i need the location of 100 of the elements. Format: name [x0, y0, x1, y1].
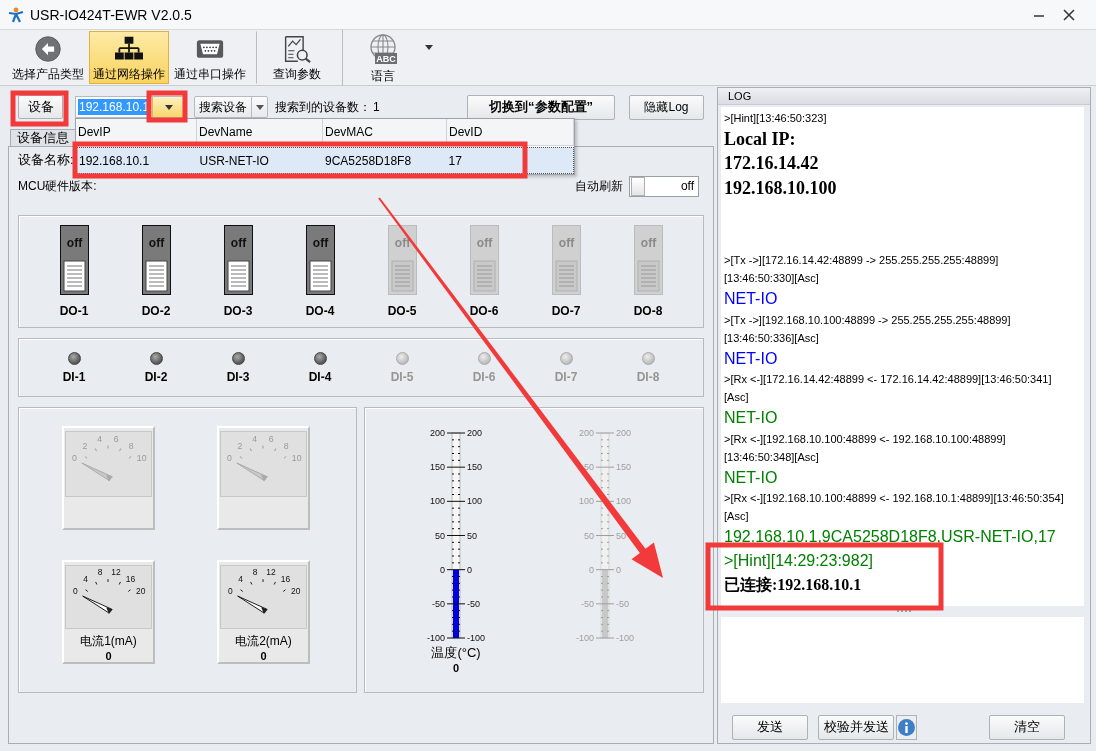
log-line: Local IP:: [724, 127, 797, 151]
scale-label: 50: [584, 530, 594, 541]
device-button[interactable]: 设备: [18, 95, 63, 119]
toolbar-button[interactable]: 选择产品类型: [8, 31, 88, 84]
search-device-button[interactable]: 搜索设备: [194, 96, 268, 118]
switch-state-label: off: [312, 236, 328, 250]
meter-scale-label: 6: [113, 433, 119, 444]
device-row[interactable]: 192.168.10.1 USR-NET-IO 9CA5258D18F8 17: [76, 147, 574, 174]
scale-label: 150: [429, 462, 445, 473]
meter-scale-label: 4: [252, 433, 258, 444]
toggle-switch[interactable]: off: [141, 225, 171, 295]
scale-label: 200: [616, 428, 632, 438]
meter-needle: [236, 462, 268, 482]
log-line: >[Rx <-][192.168.10.100:48899 <- 192.168.10.100:48899]: [724, 431, 1007, 447]
meter-scale-label: 2: [82, 440, 88, 451]
device-count: 1: [373, 100, 380, 114]
scale-label: 200: [578, 428, 594, 438]
log-button[interactable]: 发送: [732, 714, 808, 740]
device-info-tab[interactable]: 设备信息: [10, 129, 76, 146]
toolbar-button[interactable]: 查询参数: [256, 31, 336, 84]
scale-label: -50: [581, 598, 594, 609]
output-label: DO-3: [223, 304, 253, 318]
toolbar-button[interactable]: 通过网络操作: [89, 31, 169, 84]
table-cell-text: 192.168.10.1: [78, 152, 151, 170]
meter-label: 电流1(mA): [80, 633, 137, 650]
meter-scale-label: 0: [73, 586, 78, 597]
log-line: >[Tx ->][172.16.14.42:48899 -> 255.255.255.255:48899]: [724, 253, 1000, 269]
scale-label: 150: [616, 462, 632, 473]
log-line: NET-IO: [724, 467, 779, 488]
switch-state-label: off: [394, 236, 410, 250]
annotation-box: [10, 90, 69, 127]
log-line: 192.168.10.1,9CA5258D18F8,USR-NET-IO,17: [724, 527, 1057, 548]
log-line: >[Hint][13:46:50:323]: [724, 110, 828, 126]
scale-label: -100: [427, 633, 445, 643]
window-title: USR-IO424T-EWR V2.0.5: [30, 6, 193, 23]
dropdown-arrow-icon[interactable]: [255, 104, 264, 110]
field-label: MCU硬件版本:: [18, 177, 97, 195]
meter-scale-label: 6: [268, 433, 274, 444]
log-line: [Asc]: [724, 390, 750, 406]
table-cell-text: USR-NET-IO: [198, 152, 270, 170]
dropdown-arrow-icon[interactable]: [164, 104, 173, 110]
scale-label: -100: [576, 633, 594, 643]
column-header: DevName: [197, 119, 323, 145]
input-label: DI-1: [62, 369, 86, 384]
meter-scale-label: 4: [238, 574, 243, 585]
toggle-switch[interactable]: off: [59, 225, 89, 295]
log-line: >[Rx <-][172.16.14.42:48899 <- 172.16.14.42:48899][13:46:50:341]: [724, 372, 1053, 388]
thermometer-label: 温度(°C): [431, 644, 481, 662]
thermometer-value: 0: [452, 662, 460, 674]
info-button[interactable]: [896, 714, 917, 740]
caret-icon[interactable]: [425, 45, 433, 50]
log-line: >[Tx ->][192.168.10.100:48899 -> 255.255.255.255:48899]: [724, 312, 1012, 328]
meter-scale-label: 16: [125, 574, 136, 585]
info-icon: [898, 718, 915, 736]
meter-scale-label: 12: [111, 567, 121, 578]
switch-state-label: off: [230, 236, 246, 250]
output-label: DO-6: [469, 304, 499, 318]
scale-label: 200: [429, 428, 445, 438]
output-label: DO-7: [551, 304, 581, 318]
log-line: >[Hint][14:29:23:982]: [724, 550, 874, 571]
hide-log-button[interactable]: 隐藏Log: [629, 94, 704, 120]
meter-scale-label: 20: [291, 586, 301, 597]
log-line: 172.16.14.42: [724, 152, 820, 176]
log-line: [Asc]: [724, 509, 750, 525]
log-line: >[Rx <-][192.168.10.100:48899 <- 192.168.10.1:48899][13:46:50:354]: [724, 491, 1065, 507]
input-label: DI-8: [636, 369, 660, 384]
log-line: [13:46:50:348][Asc]: [724, 449, 820, 465]
resize-grip-icon[interactable]: [896, 609, 912, 613]
output-label: DO-1: [59, 304, 89, 318]
scale-label: 100: [429, 496, 445, 507]
meter-scale-label: 16: [280, 574, 291, 585]
meter-value: 0: [260, 650, 267, 662]
scale-label: -50: [616, 598, 629, 609]
scale-label: 100: [467, 496, 483, 507]
table-cell-text: 17: [447, 152, 463, 170]
log-line: NET-IO: [724, 348, 779, 369]
column-header: DevID: [447, 119, 574, 145]
log-button[interactable]: 清空: [989, 714, 1065, 740]
log-button[interactable]: 校验并发送: [818, 714, 894, 740]
scale-label: 50: [584, 462, 594, 473]
toolbar-button[interactable]: 通过串口操作: [170, 31, 250, 84]
log-line: [13:46:50:336][Asc]: [724, 330, 820, 346]
log-line: 已连接:192.168.10.1: [724, 575, 863, 596]
meter-scale-label: 8: [283, 440, 289, 451]
close-icon[interactable]: [1062, 7, 1076, 22]
meter-scale-label: 4: [83, 574, 88, 585]
toggle-switch[interactable]: off: [305, 225, 335, 295]
auto-refresh-toggle[interactable]: off: [629, 175, 699, 197]
scale-label: 100: [616, 496, 632, 507]
meter-scale-label: 0: [226, 453, 232, 464]
output-label: DO-2: [141, 304, 171, 318]
meter-scale-label: 8: [128, 440, 134, 451]
switch-state-label: off: [148, 236, 164, 250]
panel-title: LOG: [718, 88, 1090, 105]
scale-label: -100: [467, 633, 485, 643]
meter-value: 0: [105, 650, 112, 662]
toggle-switch[interactable]: off: [223, 225, 253, 295]
switch-config-button[interactable]: 切换到“参数配置”: [467, 94, 615, 120]
auto-refresh-label: 自动刷新: [575, 177, 623, 195]
toolbar-button[interactable]: ABC 语言: [342, 29, 422, 86]
